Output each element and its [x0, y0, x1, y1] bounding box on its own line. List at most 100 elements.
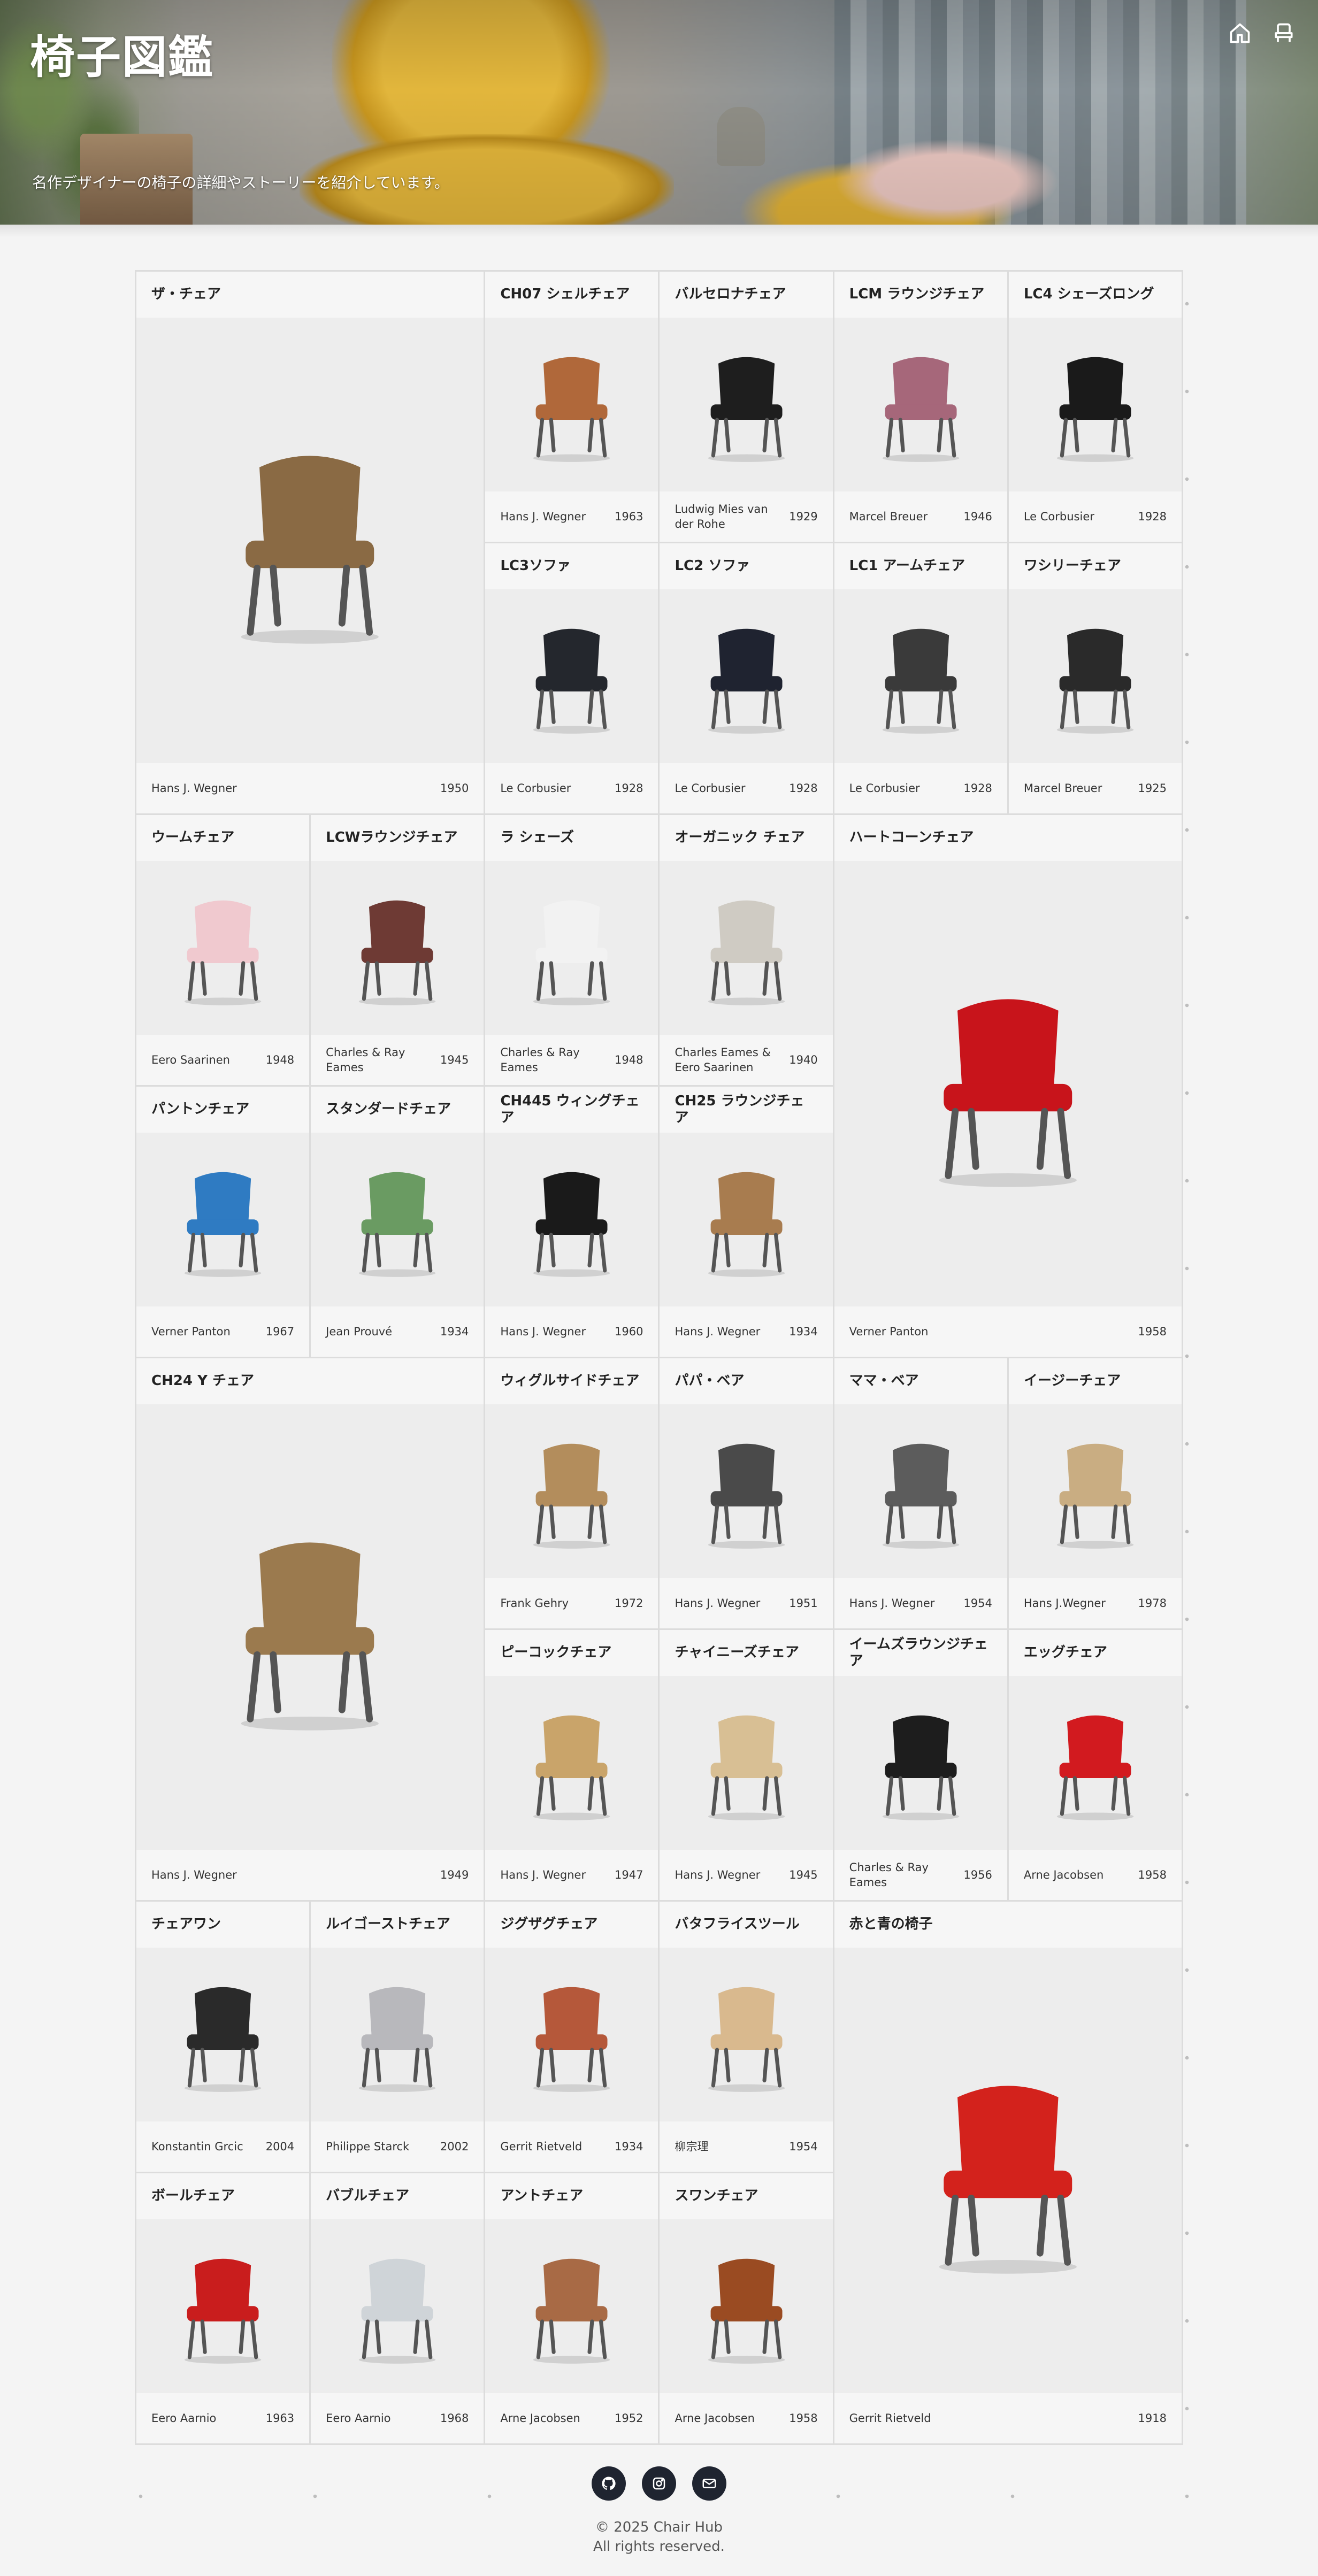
- chair-icon[interactable]: [1272, 21, 1296, 45]
- chair-image-icon: [882, 357, 959, 463]
- chair-meta: Verner Panton 1967: [136, 1306, 310, 1357]
- chair-card[interactable]: バルセロナチェア Ludwig Mies van der Rohe 1929: [660, 272, 833, 542]
- chair-image[interactable]: [136, 861, 310, 1035]
- chair-name: LCWラウンジチェア: [311, 815, 484, 861]
- chair-image[interactable]: [834, 589, 1007, 763]
- chair-image[interactable]: [136, 2219, 310, 2393]
- chair-image[interactable]: [136, 1133, 310, 1306]
- chair-image[interactable]: [1008, 1676, 1182, 1850]
- chair-image[interactable]: [485, 861, 658, 1035]
- chair-meta: Le Corbusier 1928: [485, 763, 658, 813]
- chair-card[interactable]: ラ シェーズ Charles & Ray Eames 1948: [485, 815, 658, 1085]
- chair-image[interactable]: [485, 1404, 658, 1578]
- chair-image[interactable]: [834, 318, 1007, 491]
- chair-year: 1934: [615, 2140, 643, 2153]
- chair-meta: Arne Jacobsen 1958: [1008, 1850, 1182, 1900]
- chair-card[interactable]: チャイニーズチェア Hans J. Wegner 1945: [660, 1630, 833, 1900]
- chair-image[interactable]: [485, 318, 658, 491]
- chair-image[interactable]: [485, 1948, 658, 2121]
- chair-image[interactable]: [660, 1948, 833, 2121]
- chair-card[interactable]: ママ・ベア Hans J. Wegner 1954: [834, 1358, 1007, 1628]
- chair-image[interactable]: [311, 1948, 484, 2121]
- chair-card[interactable]: イージーチェア Hans J.Wegner 1978: [1008, 1358, 1182, 1628]
- chair-card[interactable]: ルイゴーストチェア Philippe Starck 2002: [311, 1902, 484, 2172]
- chair-card[interactable]: CH445 ウィングチェア Hans J. Wegner 1960: [485, 1087, 658, 1357]
- chair-image[interactable]: [834, 1948, 1182, 2393]
- chair-image[interactable]: [834, 1404, 1007, 1578]
- chair-image[interactable]: [311, 861, 484, 1035]
- chair-card[interactable]: ハートコーンチェア Verner Panton 1958: [834, 815, 1182, 1357]
- chair-card[interactable]: LC4 シェーズロング Le Corbusier 1928: [1008, 272, 1182, 542]
- chair-card[interactable]: ワシリーチェア Marcel Breuer 1925: [1008, 543, 1182, 813]
- chair-image[interactable]: [485, 1676, 658, 1850]
- chair-card[interactable]: パパ・ベア Hans J. Wegner 1951: [660, 1358, 833, 1628]
- chair-designer: Hans J. Wegner: [849, 1596, 935, 1610]
- chair-image[interactable]: [136, 318, 484, 763]
- chair-image[interactable]: [834, 861, 1182, 1306]
- chair-card[interactable]: ジグザグチェア Gerrit Rietveld 1934: [485, 1902, 658, 2172]
- chair-designer: Hans J. Wegner: [500, 1325, 586, 1338]
- chair-image[interactable]: [660, 1676, 833, 1850]
- mail-icon[interactable]: [692, 2466, 726, 2501]
- chair-card[interactable]: ウームチェア Eero Saarinen 1948: [136, 815, 310, 1085]
- chair-card[interactable]: チェアワン Konstantin Grcic 2004: [136, 1902, 310, 2172]
- chair-designer: Gerrit Rietveld: [500, 2140, 583, 2153]
- chair-image[interactable]: [311, 1133, 484, 1306]
- chair-name: パパ・ベア: [660, 1358, 833, 1404]
- chair-image[interactable]: [660, 589, 833, 763]
- chair-card[interactable]: パントンチェア Verner Panton 1967: [136, 1087, 310, 1357]
- chair-card[interactable]: スタンダードチェア Jean Prouvé 1934: [311, 1087, 484, 1357]
- chair-designer: Hans J. Wegner: [675, 1868, 761, 1881]
- chair-card[interactable]: 赤と青の椅子 Gerrit Rietveld 1918: [834, 1902, 1182, 2443]
- chair-card[interactable]: オーガニック チェア Charles Eames & Eero Saarinen 1…: [660, 815, 833, 1085]
- chair-card[interactable]: アントチェア Arne Jacobsen 1952: [485, 2173, 658, 2443]
- chair-image-icon: [241, 1542, 379, 1731]
- chair-year: 1967: [265, 1325, 295, 1338]
- chair-card[interactable]: イームズラウンジチェア Charles & Ray Eames 1956: [834, 1630, 1007, 1900]
- chair-card[interactable]: ボールチェア Eero Aarnio 1963: [136, 2173, 310, 2443]
- instagram-icon[interactable]: [642, 2466, 676, 2501]
- chair-designer: Hans J. Wegner: [500, 510, 586, 523]
- chair-image[interactable]: [485, 589, 658, 763]
- chair-card[interactable]: ピーコックチェア Hans J. Wegner 1947: [485, 1630, 658, 1900]
- chair-image[interactable]: [660, 861, 833, 1035]
- chair-image[interactable]: [136, 1404, 484, 1850]
- chair-name: ラ シェーズ: [485, 815, 658, 861]
- chair-image[interactable]: [660, 2219, 833, 2393]
- chair-card[interactable]: バタフライスツール 柳宗理 1954: [660, 1902, 833, 2172]
- chair-year: 1946: [963, 510, 992, 523]
- chair-image[interactable]: [1008, 318, 1182, 491]
- chair-year: 1928: [1138, 510, 1167, 523]
- github-icon[interactable]: [592, 2466, 626, 2501]
- chair-image[interactable]: [660, 318, 833, 491]
- chair-card[interactable]: LC3ソファ Le Corbusier 1928: [485, 543, 658, 813]
- chair-image[interactable]: [1008, 589, 1182, 763]
- home-icon[interactable]: [1228, 21, 1252, 45]
- chair-card[interactable]: スワンチェア Arne Jacobsen 1958: [660, 2173, 833, 2443]
- chair-image[interactable]: [136, 1948, 310, 2121]
- chair-card[interactable]: CH25 ラウンジチェア Hans J. Wegner 1934: [660, 1087, 833, 1357]
- chair-meta: Hans J. Wegner 1945: [660, 1850, 833, 1900]
- chair-card[interactable]: CH07 シェルチェア Hans J. Wegner 1963: [485, 272, 658, 542]
- chair-card[interactable]: LC2 ソファ Le Corbusier 1928: [660, 543, 833, 813]
- chair-image-icon: [1056, 1716, 1134, 1821]
- chair-card[interactable]: エッグチェア Arne Jacobsen 1958: [1008, 1630, 1182, 1900]
- chair-image[interactable]: [485, 1133, 658, 1306]
- chair-image[interactable]: [834, 1676, 1007, 1850]
- site-title[interactable]: 椅子図鑑: [30, 21, 214, 86]
- chair-card[interactable]: ザ・チェア Hans J. Wegner 1950: [136, 272, 484, 813]
- chair-card[interactable]: LCM ラウンジチェア Marcel Breuer 1946: [834, 272, 1007, 542]
- chair-image-icon: [1056, 1444, 1134, 1549]
- chair-card[interactable]: バブルチェア Eero Aarnio 1968: [311, 2173, 484, 2443]
- chair-card[interactable]: LC1 アームチェア Le Corbusier 1928: [834, 543, 1007, 813]
- chair-image[interactable]: [485, 2219, 658, 2393]
- chair-image[interactable]: [311, 2219, 484, 2393]
- chair-image[interactable]: [660, 1133, 833, 1306]
- chair-card[interactable]: ウィグルサイドチェア Frank Gehry 1972: [485, 1358, 658, 1628]
- chair-card[interactable]: LCWラウンジチェア Charles & Ray Eames 1945: [311, 815, 484, 1085]
- chair-designer: Arne Jacobsen: [1023, 1868, 1104, 1881]
- chair-image-icon: [708, 1716, 785, 1821]
- chair-image[interactable]: [1008, 1404, 1182, 1578]
- chair-image[interactable]: [660, 1404, 833, 1578]
- chair-card[interactable]: CH24 Y チェア Hans J. Wegner 1949: [136, 1358, 484, 1900]
